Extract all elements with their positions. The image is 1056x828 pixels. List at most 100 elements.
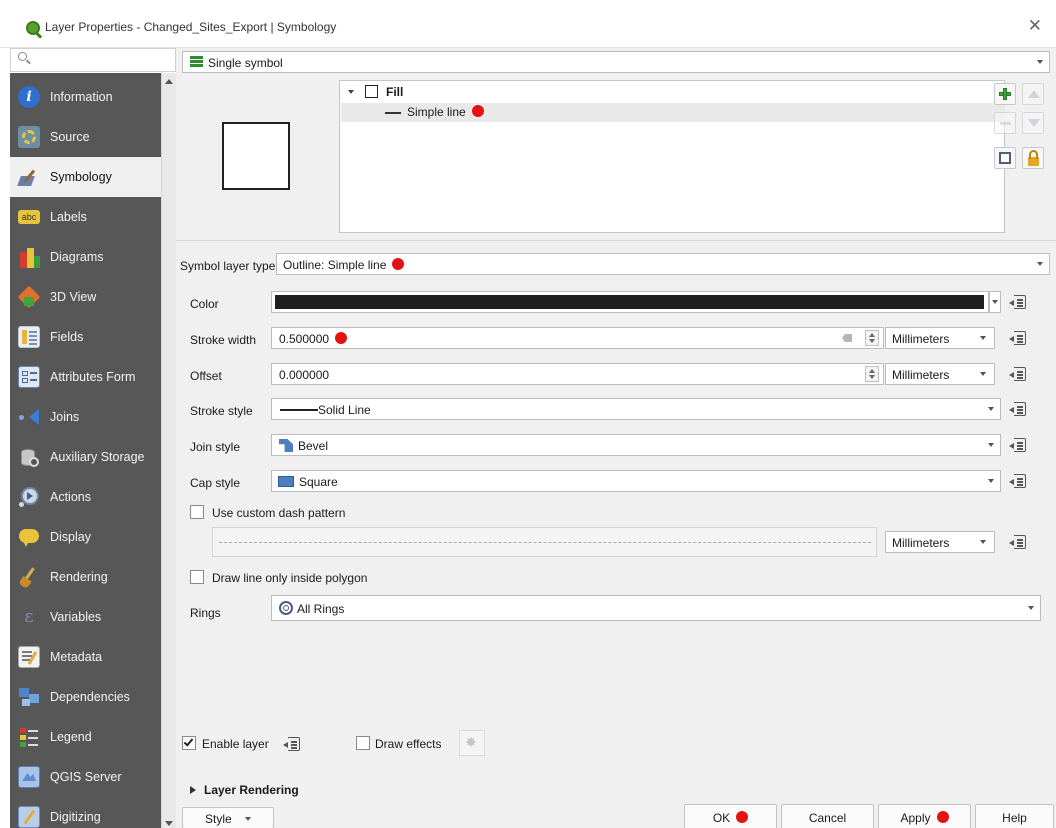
data-defined-override-button[interactable] [1009,398,1033,420]
sidebar-search-input[interactable] [10,48,176,72]
cap-style-select[interactable]: Square [271,470,1001,492]
symbol-layer-tree[interactable]: Fill Simple line [339,80,1005,233]
sidebar-item-source[interactable]: Source [10,117,161,157]
cancel-button[interactable]: Cancel [781,804,874,828]
lock-layer-button[interactable] [1022,147,1044,169]
renderer-type-select[interactable]: Single symbol [182,51,1050,73]
chevron-down-icon [980,540,986,544]
scroll-up-icon[interactable] [165,79,173,84]
sidebar-item-display[interactable]: Display [10,517,161,557]
sidebar-scrollbar[interactable] [161,73,176,828]
scroll-down-icon[interactable] [165,821,173,826]
data-defined-icon [1009,402,1026,416]
help-button[interactable]: Help [975,804,1054,828]
bevel-join-icon [279,439,293,452]
sidebar-item-fields[interactable]: Fields [10,317,161,357]
sidebar-item-label: Metadata [50,650,103,664]
apply-button[interactable]: Apply [878,804,971,828]
chevron-down-icon [245,817,251,821]
data-defined-override-button[interactable] [1009,531,1033,553]
stroke-width-unit-select[interactable]: Millimeters [885,327,995,349]
spinbox-arrows-icon[interactable] [865,366,879,382]
close-icon[interactable]: ✕ [1028,16,1042,36]
sidebar-item-labels[interactable]: abc Labels [10,197,161,237]
chevron-down-icon [988,443,994,447]
metadata-icon [18,646,40,668]
sidebar-item-label: Actions [50,490,91,504]
symbol-layer-type-select[interactable]: Outline: Simple line [276,253,1050,275]
sidebar-item-label: Variables [50,610,102,624]
sidebar-item-attributes-form[interactable]: Attributes Form [10,357,161,397]
sidebar-item-digitizing[interactable]: Digitizing [10,797,161,828]
stroke-style-select[interactable]: Solid Line [271,398,1001,420]
star-icon: ✸ [465,735,477,751]
symbology-panel: Single symbol Fill Simple line Symbol la… [176,48,1056,828]
data-defined-override-button[interactable] [283,733,307,755]
custom-dash-checkbox[interactable] [190,505,204,519]
sidebar-item-label: Fields [50,330,84,344]
ok-button[interactable]: OK [684,804,777,828]
spinbox-arrows-icon[interactable] [865,330,879,346]
data-defined-override-button[interactable] [1009,434,1033,456]
display-icon [18,526,40,548]
dash-unit-select[interactable]: Millimeters [885,531,995,553]
sidebar-item-symbology[interactable]: Symbology [10,157,161,197]
sidebar-item-legend[interactable]: Legend [10,717,161,757]
symbology-icon [17,166,40,188]
single-symbol-icon [190,56,203,68]
sidebar-item-label: Auxiliary Storage [50,450,145,464]
sidebar-item-metadata[interactable]: Metadata [10,637,161,677]
sidebar-item-diagrams[interactable]: Diagrams [10,237,161,277]
enable-layer-label: Enable layer [202,737,269,751]
collapse-arrow-icon[interactable] [348,90,354,94]
cancel-label: Cancel [808,811,847,825]
color-button[interactable] [271,291,989,313]
add-symbol-layer-button[interactable] [994,83,1016,105]
remove-symbol-layer-button[interactable] [994,112,1016,134]
join-style-value: Bevel [298,439,329,453]
sidebar-item-actions[interactable]: Actions [10,477,161,517]
duplicate-icon [999,152,1011,164]
draw-effects-checkbox[interactable] [356,736,370,750]
expand-arrow-icon[interactable] [190,786,196,794]
draw-inside-polygon-checkbox[interactable] [190,570,204,584]
sidebar-item-label: Source [50,130,90,144]
sidebar-item-label: Joins [50,410,80,424]
color-dropdown-button[interactable] [989,291,1001,313]
stroke-width-value: 0.500000 [279,332,348,346]
data-defined-override-button[interactable] [1009,291,1033,313]
offset-input[interactable]: 0.000000 [271,363,884,385]
sidebar-item-rendering[interactable]: Rendering [10,557,161,597]
tree-row-simple-line[interactable]: Simple line [341,103,1005,122]
sidebar-item-auxiliary-storage[interactable]: Auxiliary Storage [10,437,161,477]
move-down-button[interactable] [1022,112,1044,134]
data-defined-override-button[interactable] [1009,363,1033,385]
duplicate-symbol-layer-button[interactable] [994,147,1016,169]
tree-row-fill[interactable]: Fill [340,81,1004,103]
sidebar-item-joins[interactable]: Joins [10,397,161,437]
join-style-select[interactable]: Bevel [271,434,1001,456]
dash-pattern-button[interactable] [212,527,877,557]
sidebar-item-dependencies[interactable]: Dependencies [10,677,161,717]
enable-layer-checkbox[interactable] [182,736,196,750]
effects-settings-button[interactable]: ✸ [459,730,485,756]
chevron-down-icon [992,300,998,304]
style-menu-button[interactable]: Style [182,807,274,828]
sidebar-item-qgis-server[interactable]: QGIS Server [10,757,161,797]
data-defined-override-button[interactable] [1009,470,1033,492]
tree-simple-line-label: Simple line [407,105,484,119]
chevron-down-icon [1037,60,1043,64]
actions-icon [18,486,40,508]
sidebar-item-3d-view[interactable]: 3D View [10,277,161,317]
diagrams-icon [18,246,40,268]
sidebar-item-variables[interactable]: ε Variables [10,597,161,637]
stroke-width-input[interactable]: 0.500000 [271,327,884,349]
data-defined-override-button[interactable] [1009,327,1033,349]
offset-unit-select[interactable]: Millimeters [885,363,995,385]
layer-rendering-label[interactable]: Layer Rendering [204,783,299,797]
rings-select[interactable]: All Rings [271,595,1041,621]
move-up-button[interactable] [1022,83,1044,105]
sidebar-item-information[interactable]: i Information [10,77,161,117]
clear-value-icon[interactable] [842,334,852,342]
annotation-dot [936,811,949,823]
